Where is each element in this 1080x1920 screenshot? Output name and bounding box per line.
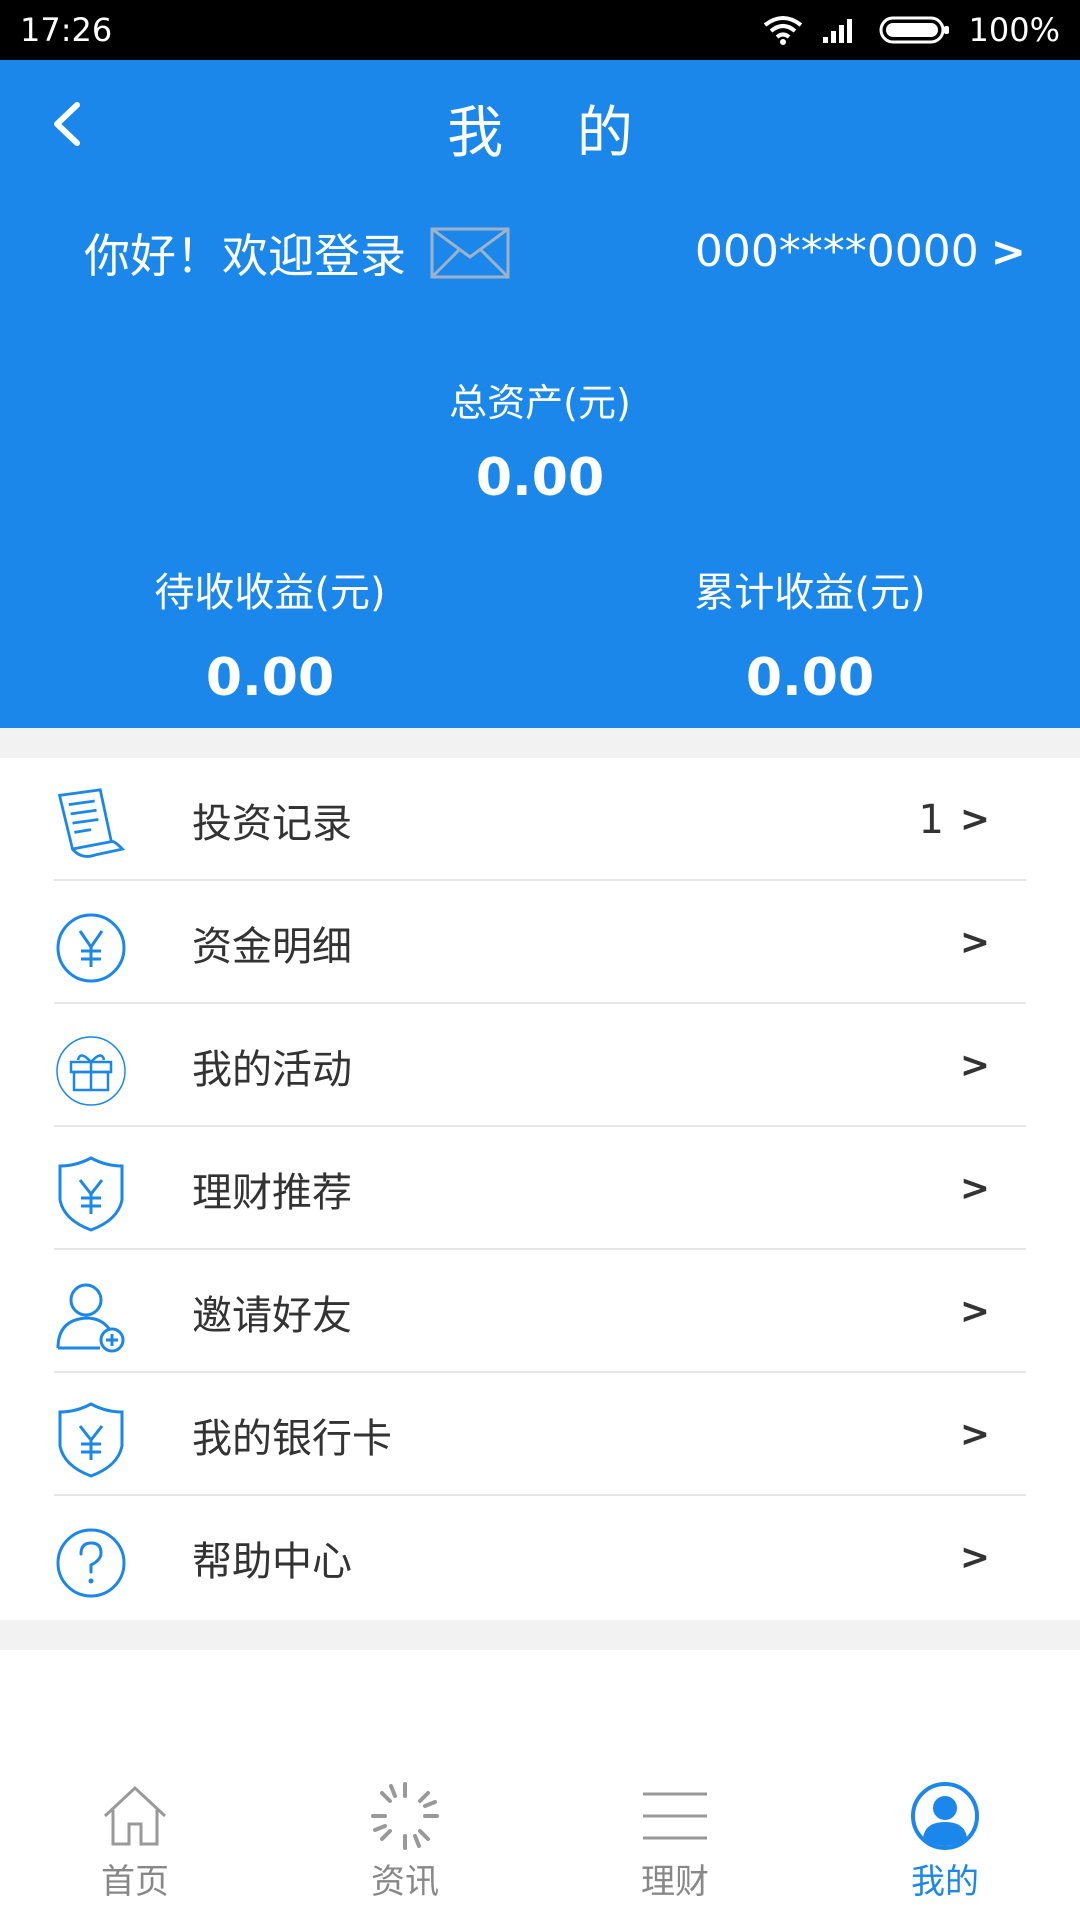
chevron-right-icon: > bbox=[959, 1414, 990, 1455]
chevron-right-icon: > bbox=[959, 1291, 990, 1332]
home-icon bbox=[103, 1785, 167, 1846]
add-user-icon bbox=[54, 1280, 128, 1354]
section-divider bbox=[0, 1620, 1080, 1650]
menu-item-label: 邀请好友 bbox=[192, 1292, 352, 1339]
mail-icon[interactable] bbox=[430, 227, 510, 279]
menu-item-my-bank-card[interactable]: 我的银行卡 > bbox=[0, 1373, 1080, 1496]
account-link[interactable]: 000****0000 > bbox=[695, 226, 1026, 277]
gift-icon bbox=[54, 1034, 128, 1108]
status-time: 17:26 bbox=[20, 11, 113, 49]
chevron-right-icon: > bbox=[959, 1045, 990, 1086]
page-title: 我 的 bbox=[447, 101, 661, 166]
menu-item-invite-friends[interactable]: 邀请好友 > bbox=[0, 1250, 1080, 1373]
pending-earnings: 待收收益(元) 0.00 bbox=[0, 560, 540, 708]
chevron-right-icon: > bbox=[959, 922, 990, 963]
wifi-icon bbox=[763, 16, 802, 45]
menu-item-label: 理财推荐 bbox=[192, 1169, 352, 1216]
tab-label: 理财 bbox=[641, 1862, 709, 1902]
total-assets-label: 总资产(元) bbox=[449, 381, 631, 425]
menu-item-my-activities[interactable]: 我的活动 > bbox=[0, 1004, 1080, 1127]
bottom-tab-bar: 首页 资讯 理财 我的 bbox=[0, 1780, 1080, 1920]
pending-earnings-value: 0.00 bbox=[205, 648, 335, 708]
accumulated-earnings-value: 0.00 bbox=[745, 648, 875, 708]
pending-earnings-label: 待收收益(元) bbox=[154, 570, 386, 616]
menu-item-label: 帮助中心 bbox=[192, 1538, 352, 1585]
accumulated-earnings-label: 累计收益(元) bbox=[694, 570, 926, 616]
tab-label: 我的 bbox=[911, 1862, 979, 1902]
battery-icon bbox=[879, 16, 949, 44]
chevron-right-icon: > bbox=[959, 799, 990, 840]
tab-mine[interactable]: 我的 bbox=[810, 1780, 1080, 1920]
account-number: 000****0000 bbox=[694, 226, 979, 277]
menu-list: 投资记录 1 > 资金明细 > 我的活动 > 理财推荐 > 邀请好友 > 我的银… bbox=[0, 758, 1080, 1619]
menu-lines-icon bbox=[643, 1792, 707, 1840]
total-assets-value: 0.00 bbox=[475, 448, 605, 508]
menu-item-label: 投资记录 bbox=[192, 800, 352, 847]
accumulated-earnings: 累计收益(元) 0.00 bbox=[540, 560, 1080, 708]
tab-news[interactable]: 资讯 bbox=[270, 1780, 540, 1920]
help-icon bbox=[54, 1526, 128, 1600]
menu-item-label: 资金明细 bbox=[192, 923, 352, 970]
menu-item-wealth-recommendation[interactable]: 理财推荐 > bbox=[0, 1127, 1080, 1250]
status-indicators: 100% bbox=[763, 11, 1060, 49]
welcome-text: 你好！欢迎登录 bbox=[84, 229, 406, 283]
yen-circle-icon bbox=[54, 911, 128, 985]
menu-item-fund-details[interactable]: 资金明细 > bbox=[0, 881, 1080, 1004]
section-divider bbox=[0, 728, 1080, 758]
login-prompt[interactable]: 你好！欢迎登录 bbox=[84, 220, 510, 286]
status-bar: 17:26 100% bbox=[0, 0, 1080, 60]
menu-item-investment-records[interactable]: 投资记录 1 > bbox=[0, 758, 1080, 881]
tab-wealth[interactable]: 理财 bbox=[540, 1780, 810, 1920]
chevron-right-icon: > bbox=[959, 1537, 990, 1578]
chevron-right-icon: > bbox=[990, 227, 1026, 276]
menu-item-label: 我的银行卡 bbox=[192, 1415, 392, 1462]
loading-icon bbox=[371, 1782, 439, 1850]
menu-item-help-center[interactable]: 帮助中心 > bbox=[0, 1496, 1080, 1619]
yen-shield-icon bbox=[54, 1156, 128, 1232]
signal-icon bbox=[822, 19, 852, 43]
receipt-icon bbox=[54, 788, 128, 862]
tab-home[interactable]: 首页 bbox=[0, 1780, 270, 1920]
tab-label: 资讯 bbox=[371, 1862, 439, 1902]
user-icon bbox=[911, 1782, 979, 1850]
menu-item-label: 我的活动 bbox=[192, 1046, 352, 1093]
battery-percent: 100% bbox=[968, 11, 1060, 49]
account-header: 我 的 你好！欢迎登录 000****0000 > 总资产(元) 0.00 待收… bbox=[0, 60, 1080, 728]
record-count: 1 bbox=[918, 796, 944, 843]
tab-label: 首页 bbox=[101, 1862, 169, 1902]
yen-shield-icon bbox=[54, 1402, 128, 1478]
chevron-right-icon: > bbox=[959, 1168, 990, 1209]
